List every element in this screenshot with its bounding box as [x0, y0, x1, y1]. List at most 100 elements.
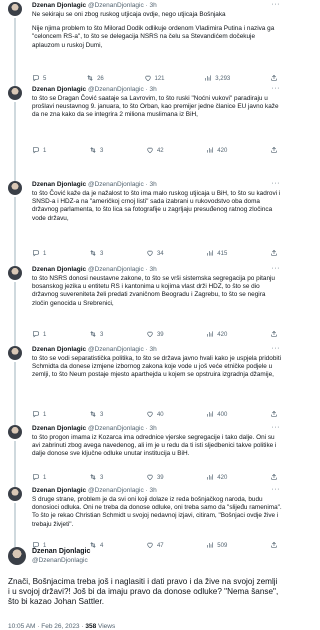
like-button[interactable]: 34	[146, 249, 164, 259]
views-button[interactable]: 509	[206, 541, 227, 551]
views-icon	[206, 473, 214, 483]
views-count: 415	[217, 251, 228, 257]
tweet-actions: 1 3 39 420	[32, 330, 278, 340]
reply-button[interactable]: 1	[32, 473, 46, 483]
retweet-icon	[89, 330, 97, 340]
more-icon[interactable]: ···	[272, 85, 281, 92]
share-icon	[270, 74, 278, 84]
avatar[interactable]	[8, 86, 22, 100]
author-handle[interactable]: @DzenanDjonlagic	[88, 487, 144, 494]
more-icon[interactable]: ···	[272, 1, 281, 8]
author-name[interactable]: Dzenan Djonlagic	[32, 487, 86, 494]
avatar[interactable]	[8, 181, 22, 195]
author-handle[interactable]: @DzenanDjonlagic	[88, 86, 144, 93]
like-button[interactable]: 39	[146, 330, 164, 340]
author-name[interactable]: Dzenan Djonlagic	[32, 2, 86, 9]
author-handle[interactable]: @DzenanDjonlagic	[88, 2, 144, 9]
reply-icon	[32, 410, 40, 420]
author-name[interactable]: Dzenan Djonlagic	[32, 86, 86, 93]
retweet-button[interactable]: 3	[89, 410, 103, 420]
share-button[interactable]	[270, 146, 278, 156]
author-handle[interactable]: @DzenanDjonlagic	[88, 266, 144, 273]
like-button[interactable]: 40	[146, 410, 164, 420]
like-count: 42	[156, 148, 164, 154]
tweet-header: Dzenan Djonlagic @DzenanDjonlagic · 3h	[32, 86, 157, 93]
thread-line	[14, 282, 16, 346]
tweet-header: Dzenan Djonlagic @DzenanDjonlagic · 3h	[32, 346, 157, 353]
share-button[interactable]	[270, 249, 278, 259]
retweet-button[interactable]: 3	[89, 473, 103, 483]
reply-button[interactable]: 1	[32, 330, 46, 340]
tweet-text: S druge strane, problem je da svi oni ko…	[32, 496, 282, 535]
avatar[interactable]	[8, 266, 22, 280]
avatar[interactable]	[8, 487, 22, 501]
like-count: 39	[156, 332, 164, 338]
like-button[interactable]: 42	[146, 146, 164, 156]
avatar[interactable]	[8, 547, 26, 565]
tweet-header: Dzenan Djonlagic @DzenanDjonlagic · 3h	[32, 266, 157, 273]
tweet-text: Ne sekiraju se oni zbog ruskog utjicaja …	[32, 11, 282, 56]
share-button[interactable]	[270, 410, 278, 420]
more-icon[interactable]: ···	[272, 486, 281, 493]
like-button[interactable]: 39	[146, 473, 164, 483]
more-icon[interactable]: ···	[272, 265, 281, 272]
author-name[interactable]: Dzenan Djonlagic	[32, 346, 86, 353]
views-button[interactable]: 420	[206, 146, 227, 156]
tweet-actions: 5 26 121 3,293	[32, 74, 278, 84]
views-button[interactable]: 420	[206, 473, 227, 483]
share-button[interactable]	[270, 74, 278, 84]
tweet-paragraph: to što se vodi separatistička politika, …	[32, 355, 282, 379]
more-icon[interactable]: ···	[272, 345, 281, 352]
author-name[interactable]: Dzenan Djonlagic	[32, 425, 86, 432]
tweet-paragraph: S druge strane, problem je da svi oni ko…	[32, 496, 282, 528]
retweet-button[interactable]: 4	[89, 541, 103, 551]
reply-button[interactable]: 1	[32, 249, 46, 259]
author-handle[interactable]: @DzenanDjonlagic	[88, 181, 144, 188]
share-button[interactable]	[270, 541, 278, 551]
retweet-count: 3	[99, 251, 104, 257]
retweet-button[interactable]: 26	[86, 74, 104, 84]
tweet-time[interactable]: 3h	[150, 487, 157, 494]
tweet-actions: 1 3 40 400	[32, 410, 278, 420]
avatar[interactable]	[8, 2, 22, 16]
tweet-time[interactable]: 3h	[150, 266, 157, 273]
tweet-header: Dzenan Djonlagic @DzenanDjonlagic · 3h	[32, 425, 157, 432]
retweet-icon	[86, 74, 94, 84]
share-button[interactable]	[270, 473, 278, 483]
reply-button[interactable]: 5	[32, 74, 46, 84]
views-button[interactable]: 420	[206, 330, 227, 340]
thread-line	[14, 197, 16, 266]
like-button[interactable]: 47	[146, 541, 164, 551]
views-button[interactable]: 3,293	[204, 74, 230, 84]
tweet-text: to što progon imama iz Kozarca ima odred…	[32, 434, 282, 465]
tweet-time[interactable]: 3h	[150, 346, 157, 353]
tweet-paragraph: Nije njima problem to što Milorad Dodik …	[32, 25, 275, 49]
share-button[interactable]	[270, 330, 278, 340]
tweet-time[interactable]: 3h	[150, 425, 157, 432]
avatar[interactable]	[8, 346, 22, 360]
reply-button[interactable]: 1	[32, 146, 46, 156]
author-name[interactable]: Dzenan Djonlagic	[32, 548, 90, 555]
author-handle[interactable]: @DzenanDjonlagic	[32, 557, 88, 564]
retweet-button[interactable]: 3	[89, 249, 103, 259]
tweet-text: Znači, Bošnjacima treba još i naglasiti …	[8, 577, 279, 606]
more-icon[interactable]: ···	[272, 180, 281, 187]
author-name[interactable]: Dzenan Djonlagic	[32, 266, 86, 273]
avatar[interactable]	[8, 425, 22, 439]
author-handle[interactable]: @DzenanDjonlagic	[88, 425, 144, 432]
tweet-time[interactable]: 3h	[150, 2, 157, 9]
retweet-button[interactable]: 3	[89, 330, 103, 340]
tweet-time[interactable]: 3h	[150, 86, 157, 93]
retweet-count: 3	[99, 332, 104, 338]
retweet-button[interactable]: 3	[89, 146, 103, 156]
author-name[interactable]: Dzenan Djonlagic	[32, 181, 86, 188]
views-icon	[206, 249, 214, 259]
more-icon[interactable]: ···	[272, 424, 281, 431]
views-button[interactable]: 400	[206, 410, 227, 420]
reply-button[interactable]: 1	[32, 410, 46, 420]
like-button[interactable]: 121	[144, 74, 165, 84]
author-handle[interactable]: @DzenanDjonlagic	[88, 346, 144, 353]
views-button[interactable]: 415	[206, 249, 227, 259]
like-icon	[144, 74, 152, 84]
tweet-time[interactable]: 3h	[150, 181, 157, 188]
